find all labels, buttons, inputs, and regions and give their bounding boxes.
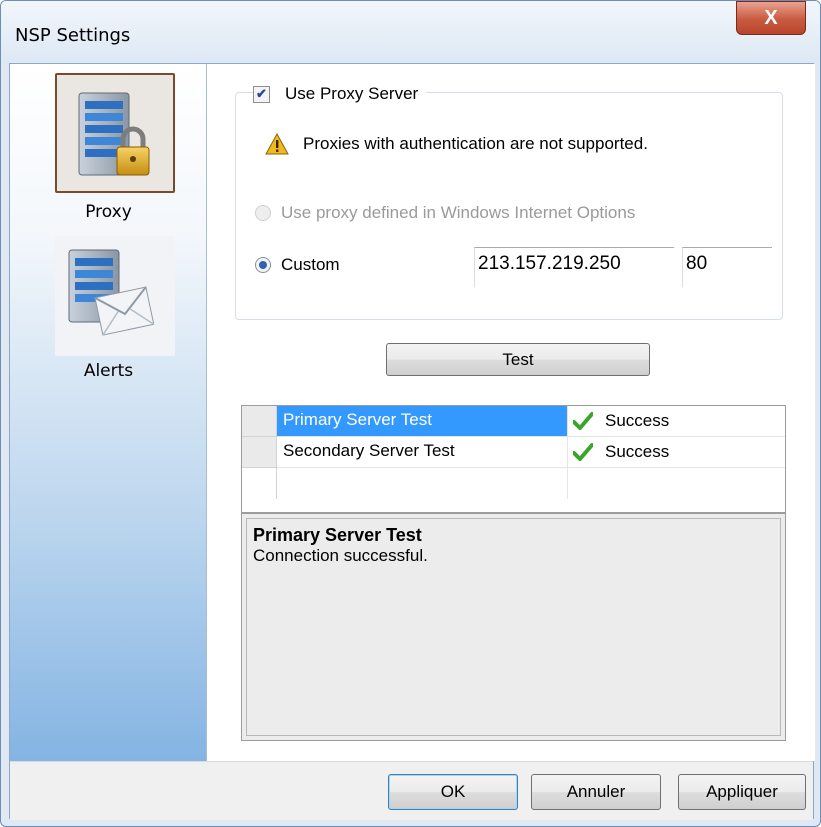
window-title: NSP Settings <box>15 25 131 46</box>
status-text: Success <box>605 442 670 461</box>
result-status-cell: Success <box>568 406 785 437</box>
table-row[interactable]: Primary Server Test Success <box>242 406 785 437</box>
use-proxy-row: ✔ Use Proxy Server <box>253 84 427 104</box>
result-detail-inner: Primary Server Test Connection successfu… <box>246 518 781 736</box>
sidebar-item-proxy[interactable] <box>55 73 175 193</box>
detail-text: Connection successful. <box>253 546 428 565</box>
success-check-icon <box>573 412 593 430</box>
radio-custom[interactable] <box>255 257 271 273</box>
radio-windows-options-label[interactable]: Use proxy defined in Windows Internet Op… <box>281 203 635 223</box>
sidebar: Proxy Alerts <box>10 64 207 761</box>
test-button[interactable]: Test <box>386 343 650 376</box>
proxy-host-field[interactable]: 213.157.219.250 <box>474 247 674 287</box>
use-proxy-label[interactable]: Use Proxy Server <box>285 84 418 104</box>
warning-icon <box>265 133 289 155</box>
sidebar-item-label: Proxy <box>85 202 132 222</box>
result-name-cell[interactable]: Primary Server Test <box>277 406 568 437</box>
row-header[interactable] <box>242 437 277 468</box>
apply-button[interactable]: Appliquer <box>678 774 806 810</box>
close-button[interactable]: X <box>736 1 806 35</box>
result-name-cell <box>277 468 568 499</box>
row-header[interactable] <box>242 406 277 437</box>
success-check-icon <box>573 443 593 461</box>
result-status-cell <box>568 468 785 499</box>
detail-title: Primary Server Test <box>253 525 422 545</box>
proxy-port-field[interactable]: 80 <box>682 247 772 287</box>
server-lock-icon <box>78 92 150 176</box>
result-detail-panel: Primary Server Test Connection successfu… <box>241 513 786 741</box>
settings-window: NSP Settings X Proxy Alerts ✔ Use Proxy … <box>0 0 821 827</box>
warning-text: Proxies with authentication are not supp… <box>303 134 648 153</box>
status-text: Success <box>605 411 670 430</box>
ok-button[interactable]: OK <box>388 774 518 810</box>
result-status-cell: Success <box>568 437 785 468</box>
title-bar[interactable]: NSP Settings X <box>1 1 820 63</box>
row-header <box>242 468 277 499</box>
radio-custom-label[interactable]: Custom <box>281 255 340 275</box>
sidebar-item-label: Alerts <box>83 361 134 381</box>
radio-windows-options-row: Use proxy defined in Windows Internet Op… <box>255 203 635 223</box>
table-row[interactable]: Secondary Server Test Success <box>242 437 785 468</box>
test-results-grid: Primary Server Test Success Secondary Se… <box>241 405 786 513</box>
close-icon: X <box>764 6 778 29</box>
cancel-button[interactable]: Annuler <box>531 774 661 810</box>
checkmark-icon: ✔ <box>256 86 267 101</box>
result-name-cell[interactable]: Secondary Server Test <box>277 437 568 468</box>
radio-dot-icon <box>259 261 267 269</box>
auth-warning: Proxies with authentication are not supp… <box>265 133 648 155</box>
radio-custom-row: Custom <box>255 255 340 275</box>
proxy-panel: ✔ Use Proxy Server Proxies with authenti… <box>208 64 815 761</box>
sidebar-item-alerts[interactable] <box>55 236 175 356</box>
dialog-footer: OK Annuler Appliquer <box>10 761 813 820</box>
radio-windows-options[interactable] <box>255 205 271 221</box>
server-mail-icon <box>68 249 155 336</box>
client-area: Proxy Alerts ✔ Use Proxy Server Proxies … <box>9 63 815 820</box>
table-row-empty <box>242 468 785 499</box>
use-proxy-checkbox[interactable]: ✔ <box>253 85 270 103</box>
